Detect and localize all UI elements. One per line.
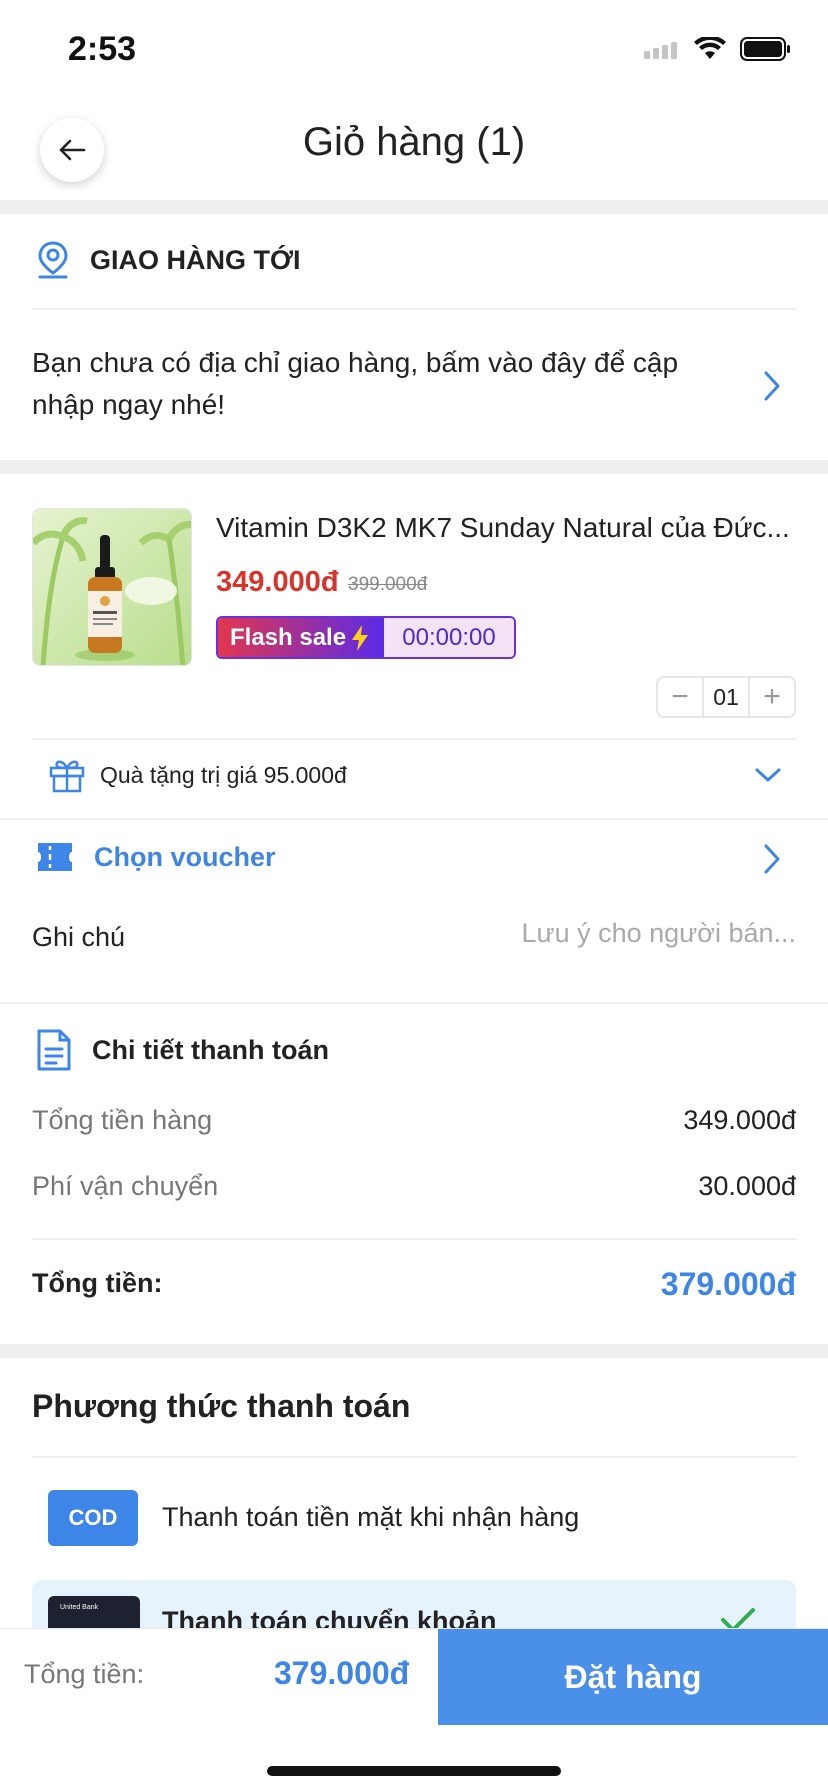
increase-quantity-button[interactable]: + [750, 678, 794, 716]
quantity-stepper: − 01 + [656, 676, 796, 718]
shipping-header: GIAO HÀNG TỚI [36, 240, 301, 280]
product-price: 349.000đ [216, 566, 339, 598]
chevron-right-icon[interactable] [762, 843, 782, 875]
document-icon [37, 1029, 71, 1071]
status-icons [644, 36, 792, 62]
product-photo [33, 509, 191, 665]
bank-card-name: United Bank [60, 1604, 99, 1611]
subtotal-label: Tổng tiền hàng [32, 1105, 213, 1135]
note-label: Ghi chú [32, 922, 126, 952]
back-button[interactable] [40, 118, 104, 182]
shipping-title: GIAO HÀNG TỚI [90, 244, 301, 275]
section-divider [0, 200, 828, 214]
shipping-address-prompt[interactable]: Bạn chưa có địa chỉ giao hàng, bấm vào đ… [32, 342, 712, 426]
total-value: 379.000đ [660, 1266, 796, 1302]
product-old-price: 399.000đ [348, 574, 428, 595]
chevron-right-icon[interactable] [762, 370, 782, 402]
flash-sale-countdown: 00:00:00 [384, 618, 514, 657]
gift-label: Quà tặng trị giá 95.000đ [100, 761, 347, 788]
bottom-bar: Tổng tiền: 379.000đ Đặt hàng [0, 1628, 828, 1725]
divider [0, 1002, 828, 1004]
divider [32, 1238, 796, 1240]
header: Giỏ hàng (1) [0, 96, 828, 200]
signal-icon [644, 42, 677, 59]
location-pin-icon [38, 241, 68, 279]
cod-badge[interactable]: COD [48, 1490, 138, 1546]
divider [32, 308, 796, 310]
home-indicator [267, 1766, 561, 1776]
shipping-fee-value: 30.000đ [698, 1171, 796, 1201]
divider [32, 1456, 796, 1458]
total-label: Tổng tiền: [32, 1268, 163, 1298]
payment-method-title: Phương thức thanh toán [32, 1388, 411, 1424]
bottom-total-label: Tổng tiền: [24, 1659, 145, 1689]
product-name[interactable]: Vitamin D3K2 MK7 Sunday Natural của Đức.… [216, 512, 796, 544]
subtotal-value: 349.000đ [683, 1105, 796, 1135]
status-bar: 2:53 [0, 0, 828, 96]
gift-icon [49, 760, 85, 793]
page-title: Giỏ hàng (1) [302, 120, 526, 164]
note-input[interactable] [466, 918, 796, 949]
flash-sale-label-box: Flash sale [218, 618, 384, 657]
wifi-icon [694, 37, 726, 59]
decrease-quantity-button[interactable]: − [658, 678, 702, 716]
ticket-icon [38, 843, 72, 871]
product-image[interactable] [32, 508, 192, 666]
divider [32, 738, 796, 740]
voucher-row[interactable]: Chọn voucher [36, 840, 276, 874]
payment-details-title: Chi tiết thanh toán [92, 1034, 329, 1065]
gift-row[interactable]: Quà tặng trị giá 95.000đ [48, 756, 347, 794]
cod-option-label[interactable]: Thanh toán tiền mặt khi nhận hàng [162, 1502, 579, 1533]
section-divider [0, 1344, 828, 1358]
payment-details-header: Chi tiết thanh toán [36, 1028, 329, 1072]
lightning-icon [352, 624, 369, 651]
flash-sale-badge: Flash sale 00:00:00 [216, 616, 516, 659]
battery-icon [740, 37, 790, 61]
shipping-fee-label: Phí vận chuyển [32, 1171, 219, 1201]
place-order-button[interactable]: Đặt hàng [438, 1629, 828, 1725]
status-time: 2:53 [68, 30, 137, 68]
divider [0, 818, 828, 820]
quantity-value[interactable]: 01 [702, 678, 750, 716]
section-divider [0, 460, 828, 474]
flash-sale-label: Flash sale [230, 623, 347, 651]
voucher-label: Chọn voucher [94, 841, 276, 872]
arrow-left-icon [59, 139, 86, 161]
bottom-total-value: 379.000đ [274, 1655, 410, 1691]
chevron-down-icon[interactable] [754, 766, 782, 784]
